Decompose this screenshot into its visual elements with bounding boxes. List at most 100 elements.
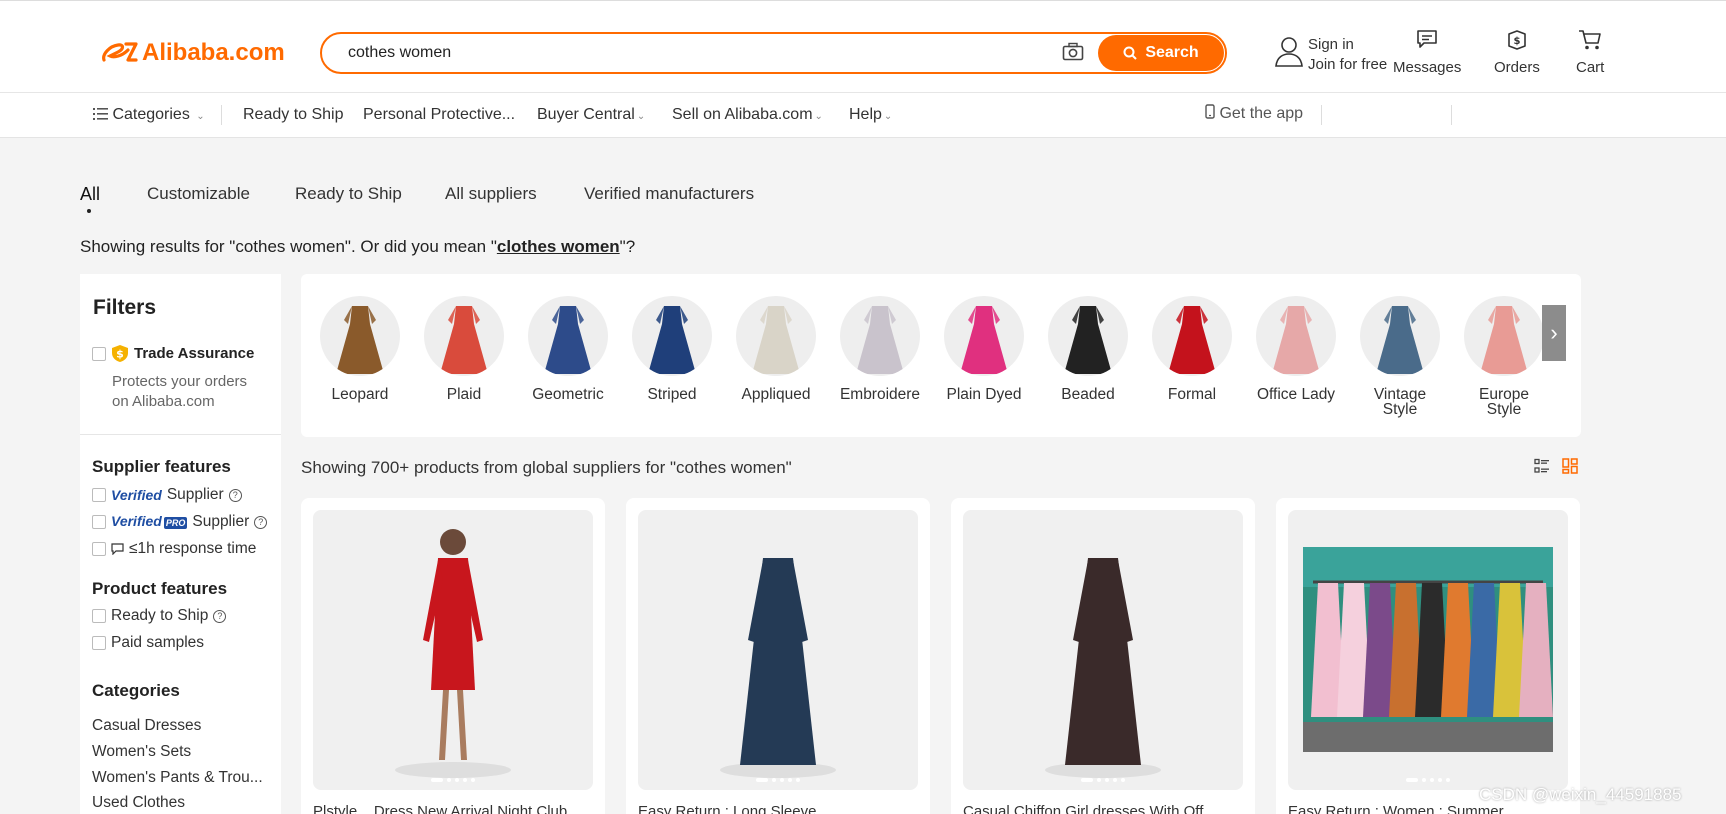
product-card[interactable]: Plstyle... Dress New Arrival Night Club <box>301 498 605 814</box>
nav-buyer-central[interactable]: Buyer Central ⌄ <box>537 106 645 124</box>
product-image-frame[interactable] <box>313 510 593 790</box>
tab-verified-manufacturers[interactable]: Verified manufacturers <box>584 184 754 204</box>
tab-ready-to-ship[interactable]: Ready to Ship <box>295 184 402 204</box>
nav-ready-to-ship[interactable]: Ready to Ship <box>243 106 344 124</box>
dress-icon <box>648 306 696 374</box>
messages-button[interactable]: Messages <box>1393 29 1461 76</box>
tab-all[interactable]: All <box>80 184 100 205</box>
filters-divider <box>80 434 281 435</box>
nav-divider <box>221 105 222 125</box>
list-view-icon[interactable] <box>1534 458 1550 474</box>
account-menu[interactable]: Sign in Join for free <box>1274 35 1387 75</box>
list-icon <box>93 108 108 120</box>
verified-supplier-checkbox[interactable] <box>92 488 106 502</box>
filter-verified-pro-supplier[interactable]: Verified PRO Supplier ? <box>92 513 268 531</box>
chevron-down-icon: ⌄ <box>883 111 893 122</box>
response-time-checkbox[interactable] <box>92 542 106 556</box>
suggestion-link[interactable]: clothes women <box>497 237 620 256</box>
grid-view-icon[interactable] <box>1562 458 1578 474</box>
dress-thumbnail <box>528 296 608 376</box>
product-card[interactable]: Casual Chiffon Girl dresses With Off <box>951 498 1255 814</box>
category-link[interactable]: Casual Dresses <box>92 717 201 735</box>
ready-to-ship-checkbox[interactable] <box>92 609 106 623</box>
search-button-label: Search <box>1145 44 1199 61</box>
paid-samples-checkbox[interactable] <box>92 636 106 650</box>
verified-pro-checkbox[interactable] <box>92 515 106 529</box>
categories-menu[interactable]: Categories ⌄ <box>93 106 205 124</box>
category-chip[interactable]: Europe Style <box>1454 296 1554 417</box>
category-chip[interactable]: Striped <box>622 296 722 402</box>
product-card[interactable]: Easy Return : Women : Summer <box>1276 498 1580 814</box>
camera-icon[interactable] <box>1062 42 1084 67</box>
search-button[interactable]: Search <box>1098 35 1224 71</box>
tab-all-suppliers[interactable]: All suppliers <box>445 184 537 204</box>
category-link[interactable]: Used Clothes <box>92 794 185 812</box>
category-chip[interactable]: Vintage Style <box>1350 296 1450 417</box>
active-tab-indicator <box>87 209 91 213</box>
chip-label-line: Europe <box>1479 386 1529 403</box>
trade-assurance-checkbox[interactable] <box>92 346 106 361</box>
filter-response-time[interactable]: ≤1h response time <box>92 540 256 558</box>
dress-thumbnail <box>944 296 1024 376</box>
nav-personal-protective[interactable]: Personal Protective... <box>363 106 515 124</box>
product-image-frame[interactable] <box>963 510 1243 790</box>
product-title[interactable]: Casual Chiffon Girl dresses With Off <box>963 803 1243 814</box>
category-chip[interactable]: Office Lady <box>1246 296 1346 402</box>
alibaba-logo-icon <box>102 42 138 62</box>
image-carousel-dots <box>963 778 1243 782</box>
category-chip[interactable]: Geometric <box>518 296 618 402</box>
sign-in-link[interactable]: Sign in <box>1308 35 1387 55</box>
category-chip[interactable]: Formal <box>1142 296 1242 402</box>
product-card[interactable]: Easy Return : Long Sleeve <box>626 498 930 814</box>
filters-panel: Filters $ Trade Assurance Protects your … <box>80 274 281 814</box>
chevron-down-icon: ⌄ <box>196 111 205 122</box>
get-app-link[interactable]: Get the app <box>1205 104 1303 123</box>
nav-sell[interactable]: Sell on Alibaba.com ⌄ <box>672 106 823 124</box>
category-chip[interactable]: Beaded <box>1038 296 1138 402</box>
category-link[interactable]: Women's Sets <box>92 743 191 761</box>
top-header: Alibaba.com Search Sign in Join for free… <box>0 0 1726 93</box>
dress-thumbnail <box>736 296 816 376</box>
alibaba-logo[interactable]: Alibaba.com <box>100 39 285 67</box>
image-carousel-dots <box>1288 778 1568 782</box>
search-input[interactable] <box>348 42 1048 64</box>
chip-label-line: Vintage <box>1373 386 1427 403</box>
product-title[interactable]: Easy Return : Long Sleeve <box>638 803 918 814</box>
filter-verified-supplier[interactable]: Verified Supplier ? <box>92 486 242 504</box>
help-icon[interactable]: ? <box>254 515 268 529</box>
chevron-down-icon: ⌄ <box>814 111 823 122</box>
chip-label: Formal <box>1167 386 1217 403</box>
dress-icon <box>1168 306 1216 374</box>
dress-icon <box>960 306 1008 374</box>
dress-thumbnail <box>840 296 920 376</box>
help-label: Help <box>849 106 882 123</box>
chevron-right-icon[interactable]: › <box>1542 305 1566 361</box>
category-chip[interactable]: Appliqued <box>726 296 826 402</box>
product-title[interactable]: Plstyle... Dress New Arrival Night Club <box>313 803 593 814</box>
tab-customizable[interactable]: Customizable <box>147 184 250 204</box>
orders-button[interactable]: $ Orders <box>1494 29 1540 76</box>
ready-to-ship-label: Ready to Ship <box>111 607 209 624</box>
product-image-frame[interactable] <box>1288 510 1568 790</box>
join-link[interactable]: Join for free <box>1308 55 1387 75</box>
help-icon[interactable]: ? <box>213 609 227 623</box>
dress-thumbnail <box>1360 296 1440 376</box>
cart-button[interactable]: Cart <box>1576 29 1604 76</box>
category-chip[interactable]: Leopard <box>310 296 410 402</box>
chip-label-line: Style <box>1382 401 1418 418</box>
trade-assurance-desc-line: on Alibaba.com <box>112 393 215 410</box>
did-you-mean: Showing results for "cothes women". Or d… <box>80 237 635 257</box>
help-icon[interactable]: ? <box>228 488 242 502</box>
nav-help[interactable]: Help ⌄ <box>849 106 892 124</box>
category-link[interactable]: Women's Pants & Trou... <box>92 769 263 787</box>
product-image-frame[interactable] <box>638 510 918 790</box>
verified-badge: Verified <box>111 487 162 503</box>
category-chip[interactable]: Plain Dyed <box>934 296 1034 402</box>
dress-thumbnail <box>320 296 400 376</box>
category-chip[interactable]: Embroidere <box>830 296 930 402</box>
filter-paid-samples[interactable]: Paid samples <box>92 634 204 652</box>
filter-trade-assurance[interactable]: $ Trade Assurance <box>92 344 254 363</box>
results-prefix: Showing results for "cothes women". Or d… <box>80 237 497 256</box>
filter-ready-to-ship[interactable]: Ready to Ship ? <box>92 607 227 625</box>
category-chip[interactable]: Plaid <box>414 296 514 402</box>
